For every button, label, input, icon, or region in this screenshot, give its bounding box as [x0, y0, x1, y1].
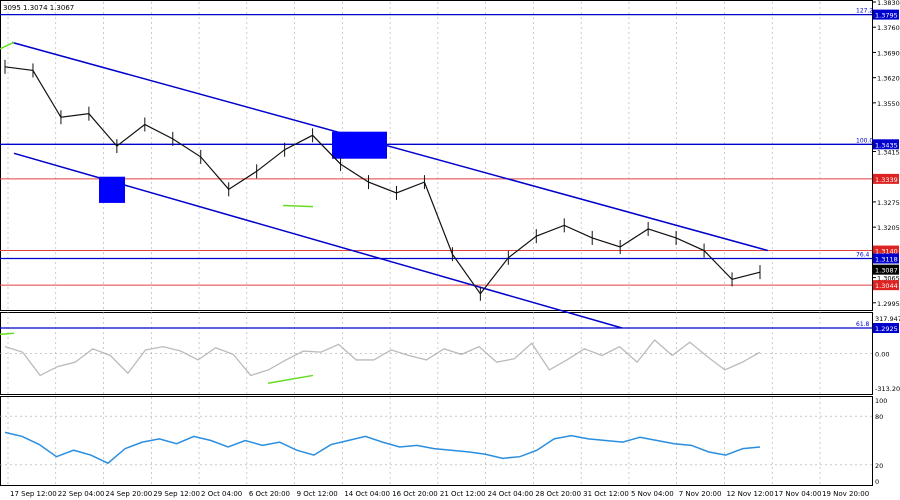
- x-tick-label: 24 Sep 20:00: [106, 490, 153, 498]
- x-tick-label: 29 Sep 12:00: [153, 490, 200, 498]
- green-line: [282, 204, 314, 208]
- rsi-line: [4, 431, 761, 465]
- price-label-text: 1.3044: [875, 282, 898, 290]
- cci-green-line: [267, 374, 314, 384]
- cci-line: [4, 339, 761, 377]
- chart-window: 17 Sep 12:00 22 Sep 04:00 24 Sep 20:00 29 S…: [0, 0, 900, 500]
- x-tick-label: 17 Sep 12:00: [10, 490, 57, 498]
- trading-chart: 17 Sep 12:00 22 Sep 04:00 24 Sep 20:00 29 S…: [0, 0, 900, 498]
- x-tick-label: 5 Nov 04:00: [631, 490, 674, 498]
- price-label-text: 1.2925: [875, 325, 898, 333]
- x-tick-label: 16 Oct 20:00: [392, 490, 438, 498]
- fib-label: 61.8: [856, 321, 870, 328]
- fib-label: 100.0: [856, 137, 873, 144]
- y-tick-label: 1.2995: [877, 300, 900, 308]
- main-panel-frame: [0, 0, 873, 311]
- rsi-tick-label: 80: [875, 413, 883, 421]
- cci-tick-label: -313.2094: [875, 385, 900, 393]
- x-tick-label: 9 Oct 12:00: [297, 490, 338, 498]
- x-tick-label: 21 Oct 12:00: [440, 490, 486, 498]
- x-tick-label: 19 Nov 20:00: [822, 490, 869, 498]
- x-tick-label: 28 Oct 20:00: [535, 490, 581, 498]
- green-line: [0, 41, 15, 50]
- cci-green-line: [0, 332, 15, 336]
- x-tick-label: 2 Oct 04:00: [201, 490, 242, 498]
- price-label-text: 1.3435: [875, 141, 898, 149]
- price-label-text: 1.3118: [875, 255, 898, 263]
- y-tick-label: 1.3620: [877, 75, 900, 83]
- price-label-text: 1.3339: [875, 176, 898, 184]
- cci-tick-label: 0.00: [875, 350, 889, 358]
- y-tick-label: 1.3550: [877, 100, 900, 108]
- y-tick-label: 1.3275: [877, 199, 900, 207]
- x-tick-label: 24 Oct 04:00: [488, 490, 534, 498]
- cci-tick-label: 317.9471: [875, 315, 900, 323]
- fib-label: 76.4: [856, 251, 870, 258]
- rsi-panel-frame: [0, 396, 873, 486]
- y-tick-label: 1.3415: [877, 148, 900, 156]
- zone-box-left: [99, 176, 125, 203]
- x-tick-label: 6 Oct 20:00: [249, 490, 290, 498]
- ohlc-readout: 3095 1.3074 1.3067: [3, 4, 74, 12]
- y-tick-label: 1.3205: [877, 224, 900, 232]
- x-tick-label: 14 Oct 04:00: [344, 490, 390, 498]
- x-tick-label: 17 Nov 04:00: [774, 490, 821, 498]
- price-label-text: 1.3795: [875, 12, 898, 20]
- rsi-tick-label: 0: [875, 478, 879, 486]
- x-tick-label: 7 Nov 20:00: [679, 490, 722, 498]
- y-tick-label: 1.3690: [877, 49, 900, 57]
- x-tick-label: 22 Sep 04:00: [58, 490, 105, 498]
- y-tick-label: 1.3760: [877, 24, 900, 32]
- fib-label: 127.2: [856, 8, 873, 15]
- y-tick-label: 1.3830: [877, 0, 900, 7]
- zone-box-top: [332, 131, 387, 159]
- price-label-text: 1.3087: [875, 267, 898, 275]
- x-tick-label: 31 Oct 12:00: [583, 490, 629, 498]
- rsi-tick-label: 20: [875, 462, 883, 470]
- x-tick-label: 12 Nov 12:00: [726, 490, 773, 498]
- rsi-tick-label: 100: [875, 397, 887, 405]
